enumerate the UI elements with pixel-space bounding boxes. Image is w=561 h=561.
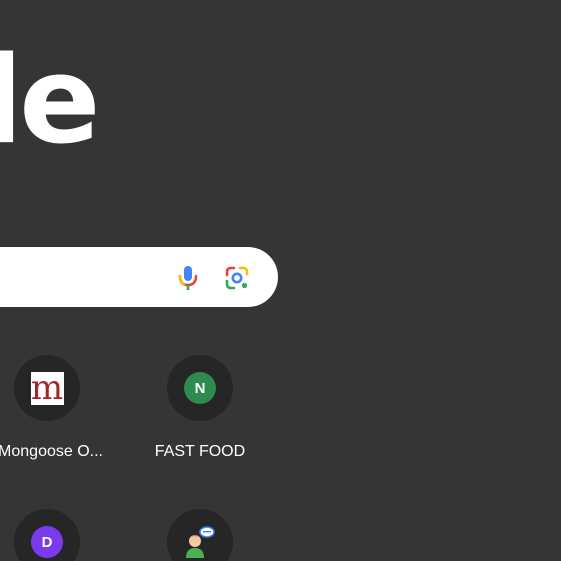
google-logo: le [0,32,101,171]
person-chat-icon [186,526,215,558]
microphone-icon [178,266,198,290]
shortcut-tile-person[interactable] [144,509,256,561]
shortcut-icon-circle: m [14,355,80,421]
shortcut-tile-d[interactable]: D [0,509,103,561]
mongoose-favicon: m [30,371,64,405]
search-box[interactable] [0,247,278,307]
shortcut-label: FAST FOOD [154,443,246,460]
shortcut-tile-mongoose[interactable]: m Mongoose O... [0,355,103,461]
new-tab-page: le m Mongoose O... N [0,0,561,561]
n-favicon: N [184,372,216,404]
shortcut-tile-fast-food[interactable]: N FAST FOOD [144,355,256,461]
google-lens-button[interactable] [222,263,252,293]
shortcut-icon-circle: N [167,355,233,421]
d-favicon: D [31,526,63,558]
shortcut-icon-circle [167,509,233,561]
voice-search-button[interactable] [173,263,203,293]
google-lens-icon [225,266,249,290]
shortcut-label: Mongoose O... [0,443,103,460]
shortcut-icon-circle: D [14,509,80,561]
